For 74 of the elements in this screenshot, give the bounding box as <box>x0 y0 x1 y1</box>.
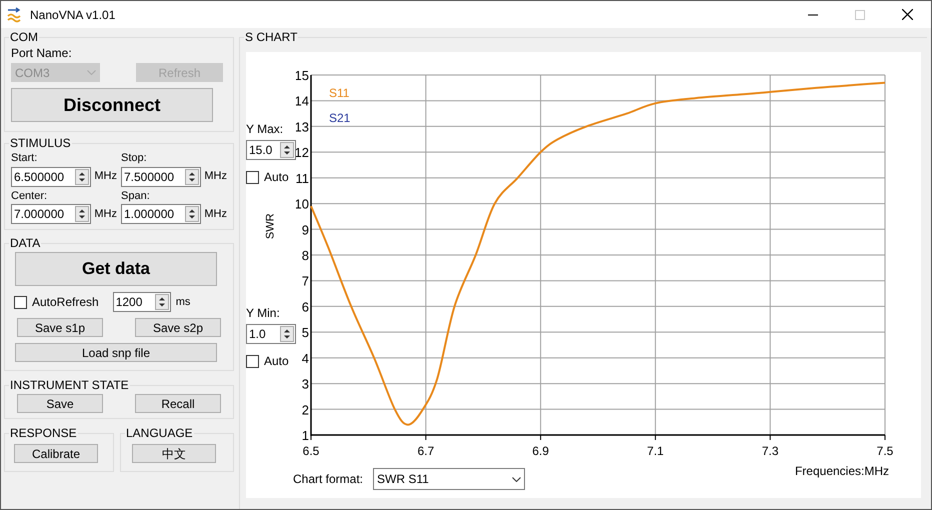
group-title: DATA <box>9 235 42 252</box>
field-label: Stop: <box>121 151 148 166</box>
axis-title: SWR <box>264 213 278 239</box>
save-button[interactable]: Save s1p <box>17 318 103 337</box>
number-field[interactable]: 15.0 <box>246 140 296 160</box>
unit-label: MHz <box>94 206 117 222</box>
y-tick-label: 6 <box>302 299 309 314</box>
spin-arrows-icon[interactable] <box>75 206 90 222</box>
state-button[interactable]: Save <box>17 394 103 413</box>
y-tick-label: 3 <box>302 376 309 392</box>
y-tick-label: 1 <box>302 428 309 443</box>
y-tick-label: 2 <box>302 402 309 418</box>
chevron-down-icon <box>87 70 96 75</box>
close-icon[interactable] <box>902 9 913 20</box>
y-tick-label: 4 <box>302 350 309 366</box>
language-button[interactable]: 中文 <box>132 444 216 463</box>
spin-arrows-icon[interactable] <box>185 206 200 222</box>
number-field[interactable]: 1.000000 <box>121 204 202 224</box>
x-tick-label: 7.3 <box>762 444 779 458</box>
x-tick-label: 6.9 <box>532 444 549 458</box>
y-tick-label: 9 <box>302 222 309 238</box>
disconnect-button[interactable]: Disconnect <box>11 88 213 122</box>
legend-label: S11 <box>329 86 350 100</box>
spin-arrows-icon[interactable] <box>185 168 200 184</box>
group-title: RESPONSE <box>9 425 78 442</box>
group-title: STIMULUS <box>9 135 72 152</box>
x-tick-label: 7.5 <box>876 444 894 458</box>
spin-arrows-icon[interactable] <box>280 142 294 158</box>
number-field[interactable]: 1.0 <box>246 324 296 344</box>
calibrate-button[interactable]: Calibrate <box>14 444 98 463</box>
checkbox[interactable] <box>14 296 27 308</box>
y-tick-label: 8 <box>302 248 309 263</box>
group-title: S CHART <box>244 29 298 46</box>
field-label: Y Min: <box>246 305 281 322</box>
spin-arrows-icon[interactable] <box>75 168 90 184</box>
y-tick-label: 7 <box>302 274 309 289</box>
checkbox[interactable] <box>246 170 259 184</box>
number-field[interactable]: 1200 <box>112 292 171 312</box>
checkbox[interactable] <box>246 354 259 368</box>
x-tick-label: 6.5 <box>302 444 320 458</box>
chart-format-dropdown[interactable]: SWR S11 <box>373 468 526 490</box>
number-field[interactable]: 7.000000 <box>11 204 92 224</box>
unit-label: MHz <box>204 169 227 184</box>
unit-label: MHz <box>204 206 227 222</box>
field-label: Start: <box>11 151 38 166</box>
x-tick-label: 7.1 <box>647 444 664 458</box>
chevron-down-icon <box>512 476 522 482</box>
checkbox-label: Auto <box>264 353 289 370</box>
state-button[interactable]: Recall <box>135 394 221 413</box>
load-button[interactable]: Load snp file <box>15 343 217 362</box>
field-label: Y Max: <box>246 121 284 138</box>
window-title: NanoVNA v1.01 <box>30 6 116 24</box>
legend-label: S21 <box>329 111 350 125</box>
number-field[interactable]: 7.500000 <box>121 166 202 186</box>
number-field[interactable]: 6.500000 <box>11 166 92 186</box>
save-button[interactable]: Save s2p <box>135 318 221 337</box>
unit-label: ms <box>176 294 190 310</box>
x-tick-label: 6.7 <box>417 444 434 458</box>
group-title: INSTRUMENT STATE <box>9 377 130 394</box>
spin-arrows-icon[interactable] <box>280 326 294 342</box>
group-title: COM <box>9 29 39 46</box>
field-label: Span: <box>121 188 151 204</box>
y-tick-label: 11 <box>296 170 309 186</box>
spin-arrows-icon[interactable] <box>154 294 169 310</box>
field-label: Center: <box>11 188 48 204</box>
group-title: LANGUAGE <box>125 425 194 442</box>
unit-label: MHz <box>94 169 117 184</box>
y-tick-label: 5 <box>302 325 309 340</box>
field-label: Port Name: <box>11 45 73 62</box>
checkbox-label: AutoRefresh <box>32 294 99 311</box>
axis-title: Frequencies:MHz <box>794 463 889 480</box>
field-label: Chart format: <box>293 471 364 488</box>
get-data-button[interactable]: Get data <box>15 252 217 286</box>
checkbox-label: Auto <box>264 169 289 186</box>
